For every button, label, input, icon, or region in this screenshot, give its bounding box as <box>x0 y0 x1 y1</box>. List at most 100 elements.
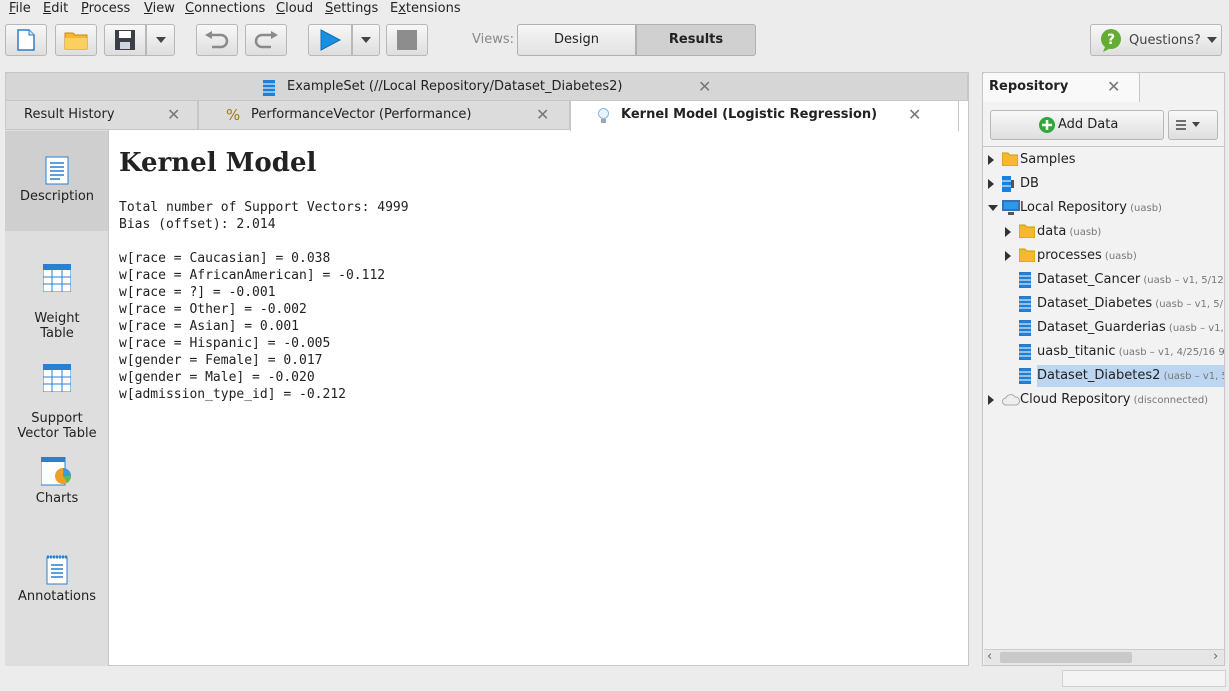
tab-kernel-model[interactable]: Kernel Model (Logistic Regression) ✕ <box>570 100 959 131</box>
view-charts[interactable]: Charts <box>5 457 109 506</box>
new-process-button[interactable] <box>5 24 47 56</box>
repository-menu-button[interactable] <box>1168 110 1218 140</box>
tree-item-meta: (disconnected) <box>1130 395 1209 406</box>
scroll-right-icon[interactable]: › <box>1213 649 1218 664</box>
view-label: Support Vector Table <box>17 411 97 441</box>
stop-process-button[interactable] <box>386 24 428 56</box>
percent-icon: % <box>226 106 241 124</box>
menu-cloud[interactable]: Cloud <box>276 1 313 16</box>
close-icon[interactable]: ✕ <box>536 105 549 124</box>
tree-item[interactable]: Cloud Repository (disconnected) <box>984 389 1224 411</box>
redo-button[interactable] <box>245 24 287 56</box>
summary-line: Bias (offset): 2.014 <box>119 217 276 232</box>
tab-performance-vector[interactable]: % PerformanceVector (Performance) ✕ <box>198 100 570 130</box>
run-process-button[interactable] <box>308 24 352 56</box>
dataset-icon <box>263 80 275 96</box>
close-icon[interactable]: ✕ <box>167 105 180 124</box>
open-process-button[interactable] <box>55 24 97 56</box>
tree-item[interactable]: processes (uasb) <box>984 245 1224 267</box>
tree-item[interactable]: Dataset_Diabetes (uasb – v1, 5/1 <box>984 293 1224 315</box>
tree-item[interactable]: Dataset_Guarderias (uasb – v1, 5/ <box>984 317 1224 339</box>
dataset-icon <box>1019 344 1031 363</box>
menu-connections[interactable]: Connections <box>185 1 265 16</box>
annotations-icon <box>46 555 68 585</box>
view-description[interactable]: Description <box>5 155 109 204</box>
tree-item-label: Dataset_Diabetes2 <box>1037 368 1161 383</box>
run-options-dropdown[interactable] <box>352 24 380 56</box>
model-title: Kernel Model <box>119 148 317 178</box>
tab-result-history[interactable]: Result History ✕ <box>5 100 198 130</box>
horizontal-scrollbar[interactable]: ‹ › <box>984 649 1224 665</box>
collapsed-arrow-icon[interactable] <box>988 155 994 165</box>
results-view-button[interactable]: Results <box>636 24 756 56</box>
tree-item-text: Local Repository (uasb) <box>1020 197 1166 219</box>
tree-item[interactable]: data (uasb) <box>984 221 1224 243</box>
menu-view[interactable]: View <box>144 1 175 16</box>
tree-item-text: Samples <box>1020 149 1080 171</box>
tree-item-label: Dataset_Cancer <box>1037 272 1141 287</box>
scroll-left-icon[interactable]: ‹ <box>987 649 992 664</box>
close-icon[interactable]: ✕ <box>698 77 711 96</box>
weight-line: w[admission_type_id] = -0.212 <box>119 387 346 402</box>
svg-text:?: ? <box>1107 32 1115 48</box>
view-annotations[interactable]: Annotations <box>5 555 109 604</box>
dataset-icon <box>1019 296 1031 315</box>
tree-item[interactable]: Samples <box>984 149 1224 171</box>
tree-item-label: data <box>1037 224 1067 239</box>
collapsed-arrow-icon[interactable] <box>988 179 994 189</box>
undo-button[interactable] <box>196 24 238 56</box>
divider <box>983 146 1224 147</box>
close-icon[interactable]: ✕ <box>1107 77 1120 96</box>
collapsed-arrow-icon[interactable] <box>1005 251 1011 261</box>
tree-item[interactable]: Dataset_Diabetes2 (uasb – v1, 5/ <box>984 365 1224 387</box>
scrollbar-thumb[interactable] <box>1000 652 1132 663</box>
collapsed-arrow-icon[interactable] <box>988 395 994 405</box>
tree-item-label: Samples <box>1020 152 1076 167</box>
view-weight-table[interactable]: Weight Table <box>5 249 109 341</box>
tree-item-text: Dataset_Guarderias (uasb – v1, 5/ <box>1037 317 1224 339</box>
tab-label: PerformanceVector (Performance) <box>251 107 472 122</box>
add-icon <box>1039 117 1055 133</box>
tree-item[interactable]: DB <box>984 173 1224 195</box>
tab-exampleset[interactable]: ExampleSet (//Local Repository/Dataset_D… <box>5 72 968 101</box>
tree-item-label: uasb_titanic <box>1037 344 1116 359</box>
tree-item-meta: (uasb – v1, 5/ <box>1163 371 1224 382</box>
open-folder-icon <box>64 32 88 50</box>
add-data-button[interactable]: Add Data <box>990 110 1164 140</box>
menu-extensions[interactable]: Extensions <box>390 1 461 16</box>
questions-button[interactable]: ? Questions? <box>1090 24 1222 56</box>
tab-label: Kernel Model (Logistic Regression) <box>621 107 878 122</box>
tree-item-meta: (uasb – v1, 5/12/1 <box>1143 275 1224 286</box>
menu-settings[interactable]: Settings <box>325 1 378 16</box>
collapsed-arrow-icon[interactable] <box>1005 227 1011 237</box>
stop-icon <box>397 30 417 50</box>
menu-edit[interactable]: Edit <box>43 1 68 16</box>
view-support-vector-table[interactable]: Support Vector Table <box>5 349 109 441</box>
help-icon: ? <box>1101 29 1121 52</box>
computer-icon <box>1002 200 1020 219</box>
save-options-dropdown[interactable] <box>146 24 175 56</box>
menu-file[interactable]: File <box>9 1 31 16</box>
tree-item-label: Local Repository <box>1020 200 1127 215</box>
tree-item-meta: (uasb – v1, 5/ <box>1168 323 1224 334</box>
tree-item-text: Dataset_Cancer (uasb – v1, 5/12/1 <box>1037 269 1224 291</box>
weight-line: w[race = AfricanAmerican] = -0.112 <box>119 268 386 283</box>
tree-item-meta: (uasb – v1, 4/25/16 9:2 <box>1115 347 1224 358</box>
tree-item-text: Dataset_Diabetes (uasb – v1, 5/1 <box>1037 293 1224 315</box>
tree-item[interactable]: Local Repository (uasb) <box>984 197 1224 219</box>
expanded-arrow-icon[interactable] <box>988 205 998 211</box>
close-icon[interactable]: ✕ <box>908 105 921 124</box>
tree-item[interactable]: uasb_titanic (uasb – v1, 4/25/16 9:2 <box>984 341 1224 363</box>
tree-item-meta: (uasb – v1, 5/1 <box>1152 299 1224 310</box>
weight-line: w[race = Caucasian] = 0.038 <box>119 251 331 266</box>
folder-icon <box>1018 224 1036 243</box>
tree-item[interactable]: Dataset_Cancer (uasb – v1, 5/12/1 <box>984 269 1224 291</box>
chevron-down-icon <box>1207 37 1217 43</box>
design-view-button[interactable]: Design <box>517 24 636 56</box>
undo-icon <box>205 31 229 49</box>
save-process-button[interactable] <box>104 24 146 56</box>
tree-item-label: Dataset_Diabetes <box>1037 296 1153 311</box>
menu-process[interactable]: Process <box>81 1 130 16</box>
summary-line: Total number of Support Vectors: 4999 <box>119 200 409 215</box>
tab-repository[interactable]: Repository ✕ <box>982 72 1140 102</box>
